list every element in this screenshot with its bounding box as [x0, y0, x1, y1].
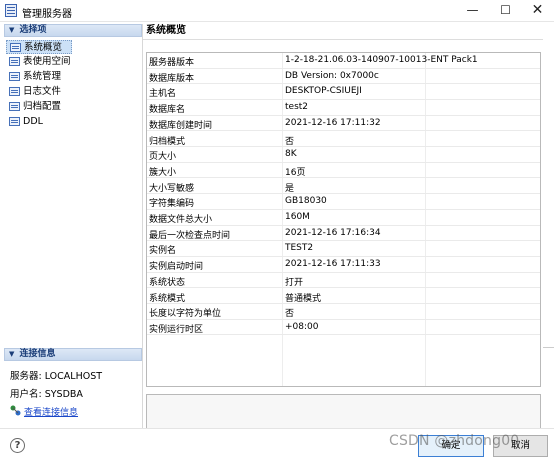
table-row[interactable]: 数据库名 test2: [147, 100, 540, 116]
property-name: 最后一次检查点时间: [149, 230, 231, 241]
panel-icon: [9, 117, 20, 126]
property-value: 否: [285, 136, 295, 147]
table-row[interactable]: 实例启动时间 2021-12-16 17:11:33: [147, 257, 540, 273]
connection-section-header[interactable]: ▼ 连接信息: [4, 348, 142, 361]
nav-item-archive-config[interactable]: 归档配置: [6, 100, 72, 114]
property-value: +08:00: [285, 321, 319, 332]
panel-icon: [9, 72, 20, 81]
property-value: DB Version: 0x7000c: [285, 70, 379, 81]
table-row[interactable]: 字符集编码 GB18030: [147, 194, 540, 210]
table-row[interactable]: 归档模式 否: [147, 132, 540, 147]
nav-item-label: 系统管理: [23, 71, 62, 82]
table-row[interactable]: 服务器版本 1-2-18-21.06.03-140907-10013-ENT Pa…: [147, 53, 540, 69]
property-value: 2021-12-16 17:16:34: [285, 227, 381, 238]
property-value: 是: [285, 183, 295, 194]
title-bar: 管理服务器 — ☐ ✕: [0, 0, 554, 22]
property-name: 页大小: [149, 152, 177, 163]
page-title: 系统概览: [143, 22, 543, 40]
server-info: 服务器: LOCALHOST: [10, 371, 103, 382]
table-row[interactable]: 长度以字符为单位 否: [147, 304, 540, 320]
property-value: 8K: [285, 149, 297, 160]
divider: [543, 347, 554, 348]
properties-table: 服务器版本 1-2-18-21.06.03-140907-10013-ENT Pa…: [146, 52, 541, 387]
panel-icon: [10, 43, 21, 52]
view-connection-info-link[interactable]: 查看连接信息: [10, 405, 78, 418]
property-name: 系统模式: [149, 293, 186, 304]
nav-item-label: 表使用空间: [23, 56, 71, 67]
minimize-icon[interactable]: —: [456, 0, 489, 22]
table-row[interactable]: 主机名 DESKTOP-CSIUEJI: [147, 84, 540, 100]
property-name: 数据文件总大小: [149, 215, 213, 225]
connection-header-label: 连接信息: [19, 349, 56, 359]
table-row[interactable]: 实例名 TEST2: [147, 241, 540, 257]
property-value: test2: [285, 102, 309, 113]
panel-icon: [9, 57, 20, 66]
property-value: 2021-12-16 17:11:33: [285, 259, 381, 270]
property-name: 数据库名: [149, 105, 186, 116]
panel-icon: [9, 87, 20, 96]
property-name: 簇大小: [149, 167, 177, 178]
property-value: 否: [285, 309, 295, 320]
nav-item-system-admin[interactable]: 系统管理: [6, 70, 72, 84]
right-edge: [543, 22, 554, 428]
connection-panel: ▼ 连接信息 服务器: LOCALHOST 用户名: SYSDBA 查看连接信息: [4, 348, 142, 428]
nav-item-log-files[interactable]: 日志文件: [6, 85, 72, 99]
property-name: 数据库创建时间: [149, 120, 213, 131]
property-name: 归档模式: [149, 136, 186, 147]
property-value: TEST2: [285, 243, 314, 254]
property-name: 字符集编码: [149, 199, 195, 210]
property-name: 服务器版本: [149, 58, 195, 68]
property-value: GB18030: [285, 196, 327, 207]
watermark: CSDN @zhdong00: [389, 433, 520, 449]
table-row[interactable]: 实例运行时区 +08:00: [147, 320, 540, 336]
nav-list: 系统概览 表使用空间 系统管理 日志文件 归档配置 DDL: [4, 38, 142, 348]
close-icon[interactable]: ✕: [521, 0, 554, 22]
property-name: 大小写敏感: [149, 183, 195, 194]
nav-item-label: 系统概览: [24, 42, 63, 53]
collapse-caret-icon: ▼: [9, 350, 15, 358]
window-title: 管理服务器: [22, 9, 72, 20]
button-bar: ? 确定 取消 CSDN @zhdong00: [0, 428, 554, 461]
options-section-header[interactable]: ▼ 选择项: [4, 24, 142, 37]
table-row[interactable]: 簇大小 16页: [147, 163, 540, 179]
property-value: 普通模式: [285, 293, 322, 304]
table-row[interactable]: 系统模式 普通模式: [147, 289, 540, 304]
table-row[interactable]: 系统状态 打开: [147, 273, 540, 289]
property-value: 1-2-18-21.06.03-140907-10013-ENT Pack1: [285, 55, 478, 65]
view-connection-info-label: 查看连接信息: [24, 408, 79, 418]
connection-icon: [10, 405, 21, 416]
property-value: DESKTOP-CSIUEJI: [285, 86, 362, 97]
main-panel: 系统概览 服务器版本 1-2-18-21.06.03-140907-10013-E…: [143, 22, 543, 439]
user-info: 用户名: SYSDBA: [10, 389, 83, 400]
property-name: 长度以字符为单位: [149, 309, 222, 320]
property-value: 160M: [285, 212, 310, 222]
property-name: 系统状态: [149, 277, 186, 288]
table-row[interactable]: 页大小 8K: [147, 147, 540, 163]
panel-icon: [9, 102, 20, 111]
nav-item-system-overview[interactable]: 系统概览: [6, 40, 72, 54]
nav-item-label: 日志文件: [23, 86, 62, 97]
property-name: 数据库版本: [149, 73, 195, 84]
table-row[interactable]: 数据文件总大小 160M: [147, 210, 540, 226]
app-icon: [5, 4, 17, 17]
property-value: 16页: [285, 167, 306, 178]
options-header-label: 选择项: [19, 25, 47, 35]
table-row[interactable]: 最后一次检查点时间 2021-12-16 17:16:34: [147, 226, 540, 242]
help-icon[interactable]: ?: [10, 438, 25, 453]
nav-item-ddl[interactable]: DDL: [6, 115, 72, 129]
nav-item-label: DDL: [23, 116, 43, 127]
table-row[interactable]: 数据库创建时间 2021-12-16 17:11:32: [147, 116, 540, 132]
nav-item-label: 归档配置: [23, 101, 62, 112]
property-name: 主机名: [149, 89, 177, 100]
collapse-caret-icon: ▼: [9, 26, 15, 34]
maximize-icon[interactable]: ☐: [489, 0, 522, 22]
property-name: 实例名: [149, 246, 177, 257]
nav-item-table-space[interactable]: 表使用空间: [6, 55, 72, 69]
property-value: 2021-12-16 17:11:32: [285, 117, 381, 128]
property-name: 实例运行时区: [149, 324, 204, 335]
table-row[interactable]: 大小写敏感 是: [147, 179, 540, 195]
property-value: 打开: [285, 277, 304, 288]
table-row[interactable]: 数据库版本 DB Version: 0x7000c: [147, 69, 540, 85]
property-name: 实例启动时间: [149, 262, 204, 273]
